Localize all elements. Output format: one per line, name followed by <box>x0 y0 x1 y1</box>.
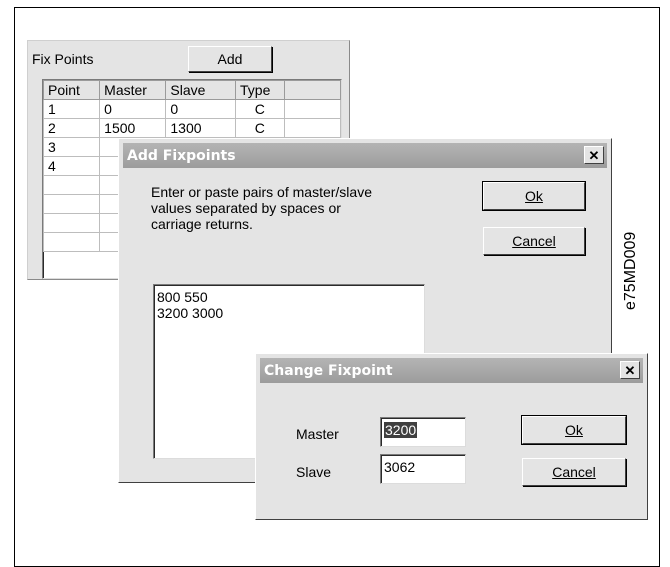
column-header-filler <box>283 80 341 100</box>
textarea-line: 800 550 <box>157 289 208 305</box>
fix-points-label: Fix Points <box>32 51 94 67</box>
cell-master[interactable]: 0 <box>99 99 167 119</box>
cell-point[interactable]: 4 <box>43 156 101 176</box>
cell-type[interactable]: C <box>235 99 285 119</box>
add-fixpoints-cancel-button[interactable]: Cancel <box>483 227 585 255</box>
cancel-button-label: Cancel <box>552 464 596 480</box>
add-button[interactable]: Add <box>188 46 272 72</box>
add-fixpoints-titlebar[interactable]: Add Fixpoints ✕ <box>123 143 607 168</box>
textarea-line: 3200 3000 <box>157 305 224 321</box>
column-header-slave[interactable]: Slave <box>165 80 237 100</box>
cell-slave[interactable]: 0 <box>165 99 237 119</box>
add-button-label: Add <box>217 51 243 67</box>
empty-cell[interactable] <box>43 213 101 233</box>
empty-cell[interactable] <box>43 175 101 195</box>
master-value: 3200 <box>384 422 418 438</box>
slave-value: 3062 <box>384 459 416 475</box>
column-header-type[interactable]: Type <box>235 80 285 100</box>
change-fixpoint-title: Change Fixpoint <box>264 363 393 379</box>
change-fixpoint-close-button[interactable]: ✕ <box>620 361 640 379</box>
master-label: Master <box>296 426 339 442</box>
cell-filler <box>283 118 341 138</box>
cell-point[interactable]: 1 <box>43 99 101 119</box>
add-fixpoints-instructions: Enter or paste pairs of master/slave val… <box>151 184 372 232</box>
empty-cell[interactable] <box>43 194 101 214</box>
add-fixpoints-title: Add Fixpoints <box>127 148 236 164</box>
column-header-point[interactable]: Point <box>43 80 101 100</box>
column-header-master[interactable]: Master <box>99 80 167 100</box>
cell-type[interactable]: C <box>235 118 285 138</box>
cell-point[interactable]: 2 <box>43 118 101 138</box>
change-fixpoint-dialog: Change Fixpoint ✕ Master 3200 Slave 3062… <box>255 353 648 520</box>
table-row[interactable]: 1 0 0 C <box>43 99 341 119</box>
add-fixpoints-ok-button[interactable]: Ok <box>483 182 585 210</box>
ok-button-label: Ok <box>525 188 543 204</box>
close-icon: ✕ <box>588 147 600 163</box>
slave-field[interactable]: 3062 <box>380 454 466 484</box>
empty-cell[interactable] <box>43 232 101 252</box>
close-icon: ✕ <box>624 362 636 378</box>
add-fixpoints-close-button[interactable]: ✕ <box>584 146 604 164</box>
cell-point[interactable]: 3 <box>43 137 101 157</box>
change-fixpoint-cancel-button[interactable]: Cancel <box>522 458 626 486</box>
cell-filler <box>283 99 341 119</box>
figure-id-label: e75MD009 <box>622 231 639 310</box>
change-fixpoint-ok-button[interactable]: Ok <box>522 416 626 444</box>
cell-slave[interactable]: 1300 <box>165 118 237 138</box>
cell-master[interactable]: 1500 <box>99 118 167 138</box>
cancel-button-label: Cancel <box>512 233 556 249</box>
slave-label: Slave <box>296 464 332 480</box>
change-fixpoint-titlebar[interactable]: Change Fixpoint ✕ <box>260 358 643 383</box>
master-field[interactable]: 3200 <box>380 417 466 447</box>
table-header-row: Point Master Slave Type <box>43 80 341 100</box>
ok-button-label: Ok <box>565 422 583 438</box>
table-row[interactable]: 2 1500 1300 C <box>43 118 341 138</box>
